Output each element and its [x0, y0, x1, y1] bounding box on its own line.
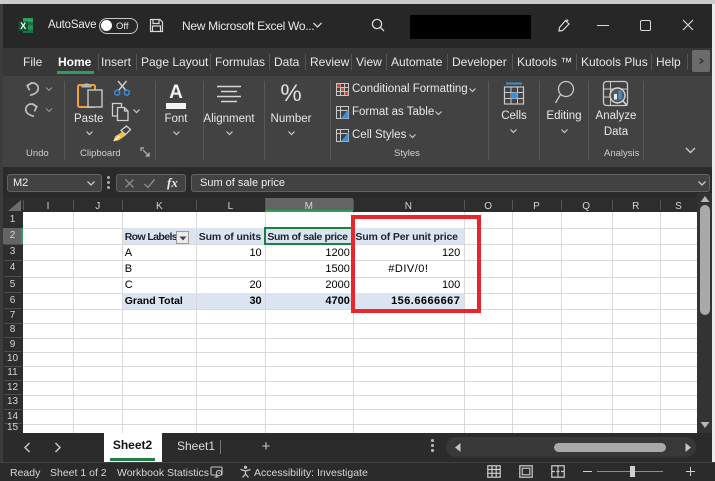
svg-text:X: X [20, 21, 26, 31]
